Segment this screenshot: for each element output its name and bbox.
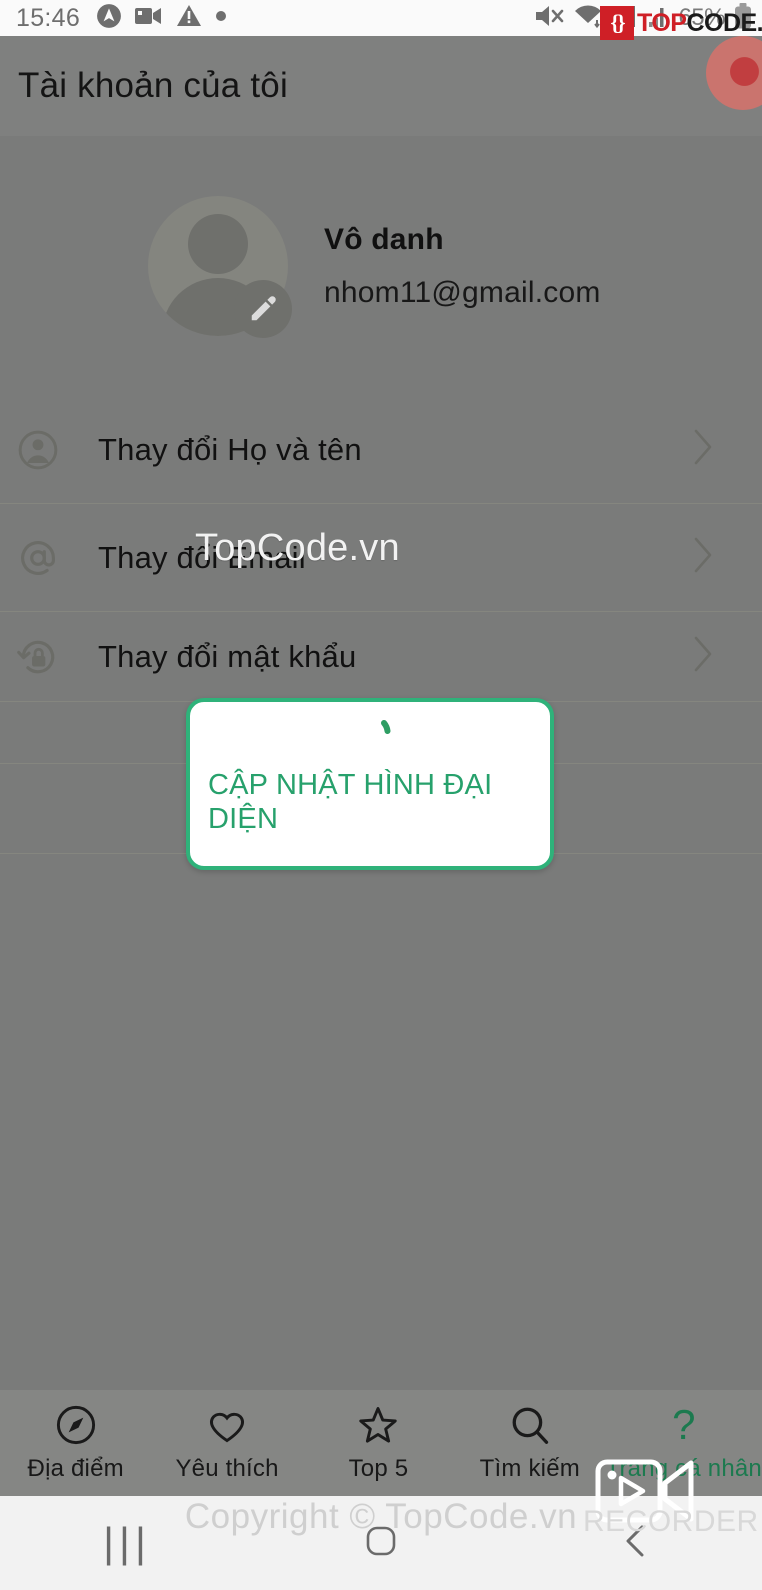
phone-screen: 15:46 65% {} TOPCODE. Tài khoản của tôi … (0, 0, 762, 1590)
profile-name: Vô danh (324, 222, 444, 256)
chevron-right-icon (692, 536, 714, 579)
at-sign-icon (16, 536, 60, 580)
nav-item-label: Tìm kiếm (479, 1454, 580, 1482)
vrecorder-label: RECORDER (583, 1505, 759, 1538)
profile-section[interactable]: Vô danh nhom11@gmail.com (0, 136, 762, 396)
settings-row-label: Thay đổi mật khẩu (98, 638, 357, 674)
account-circle-icon (16, 428, 60, 472)
settings-row-label: Thay đổi Họ và tên (98, 431, 362, 467)
warning-icon (176, 4, 202, 33)
status-bar-clock: 15:46 (16, 3, 81, 32)
app-header: Tài khoản của tôi (0, 36, 762, 136)
topcode-logo-top: TOP (637, 8, 687, 37)
topcode-logo-mark: {} (600, 6, 634, 40)
mute-icon (534, 3, 564, 34)
topcode-logo-code: CODE.VN (686, 8, 762, 37)
dot-icon (215, 9, 227, 27)
nav-item-tim-kiem[interactable]: Tìm kiếm (454, 1390, 605, 1496)
question-mark-icon: ? (672, 1400, 696, 1448)
nav-item-label: Yêu thích (175, 1454, 279, 1482)
vpn-icon (96, 3, 122, 34)
search-icon (508, 1404, 552, 1446)
avatar[interactable] (148, 196, 292, 338)
loading-spinner-icon (354, 714, 396, 761)
chevron-right-icon (692, 635, 714, 678)
avatar-head-shape (188, 214, 248, 274)
lock-reset-icon (16, 635, 60, 679)
nav-item-label: Địa điểm (27, 1454, 124, 1482)
wifi-icon (573, 3, 603, 34)
profile-email: nhom11@gmail.com (324, 275, 601, 309)
profile-text-block: Vô danh nhom11@gmail.com (324, 223, 601, 310)
star-icon (356, 1404, 400, 1446)
heart-icon (205, 1404, 249, 1446)
nav-item-dia-diem[interactable]: Địa điểm (0, 1390, 151, 1496)
dialog-message: CẬP NHẬT HÌNH ĐẠI DIỆN (208, 769, 493, 836)
topcode-brand-logo: {} TOPCODE.VN (600, 6, 762, 40)
chevron-right-icon (692, 428, 714, 471)
nav-item-trang-ca-nhan[interactable]: ? Trang cá nhân (606, 1390, 762, 1496)
topcode-logo-wordmark: TOPCODE.VN (637, 8, 762, 37)
pencil-edit-icon[interactable] (234, 280, 292, 338)
nav-item-label: Top 5 (348, 1454, 409, 1482)
page-title: Tài khoản của tôi (18, 66, 288, 105)
settings-row-change-password[interactable]: Thay đổi mật khẩu (0, 612, 762, 702)
update-avatar-dialog: CẬP NHẬT HÌNH ĐẠI DIỆN (186, 698, 554, 870)
nav-item-label: Trang cá nhân (605, 1454, 762, 1482)
screen-recorder-icon (135, 6, 163, 31)
nav-item-top-5[interactable]: Top 5 (303, 1390, 454, 1496)
settings-row-change-name[interactable]: Thay đổi Họ và tên (0, 396, 762, 504)
nav-item-yeu-thich[interactable]: Yêu thích (151, 1390, 302, 1496)
watermark-center: TopCode.vn (195, 527, 400, 569)
bottom-navigation-bar: Địa điểm Yêu thích Top 5 Tìm kiếm ? Tran… (0, 1390, 762, 1496)
compass-icon (54, 1404, 98, 1446)
question-mark-glyph: ? (672, 1400, 696, 1448)
status-bar-left-icons (96, 3, 227, 34)
